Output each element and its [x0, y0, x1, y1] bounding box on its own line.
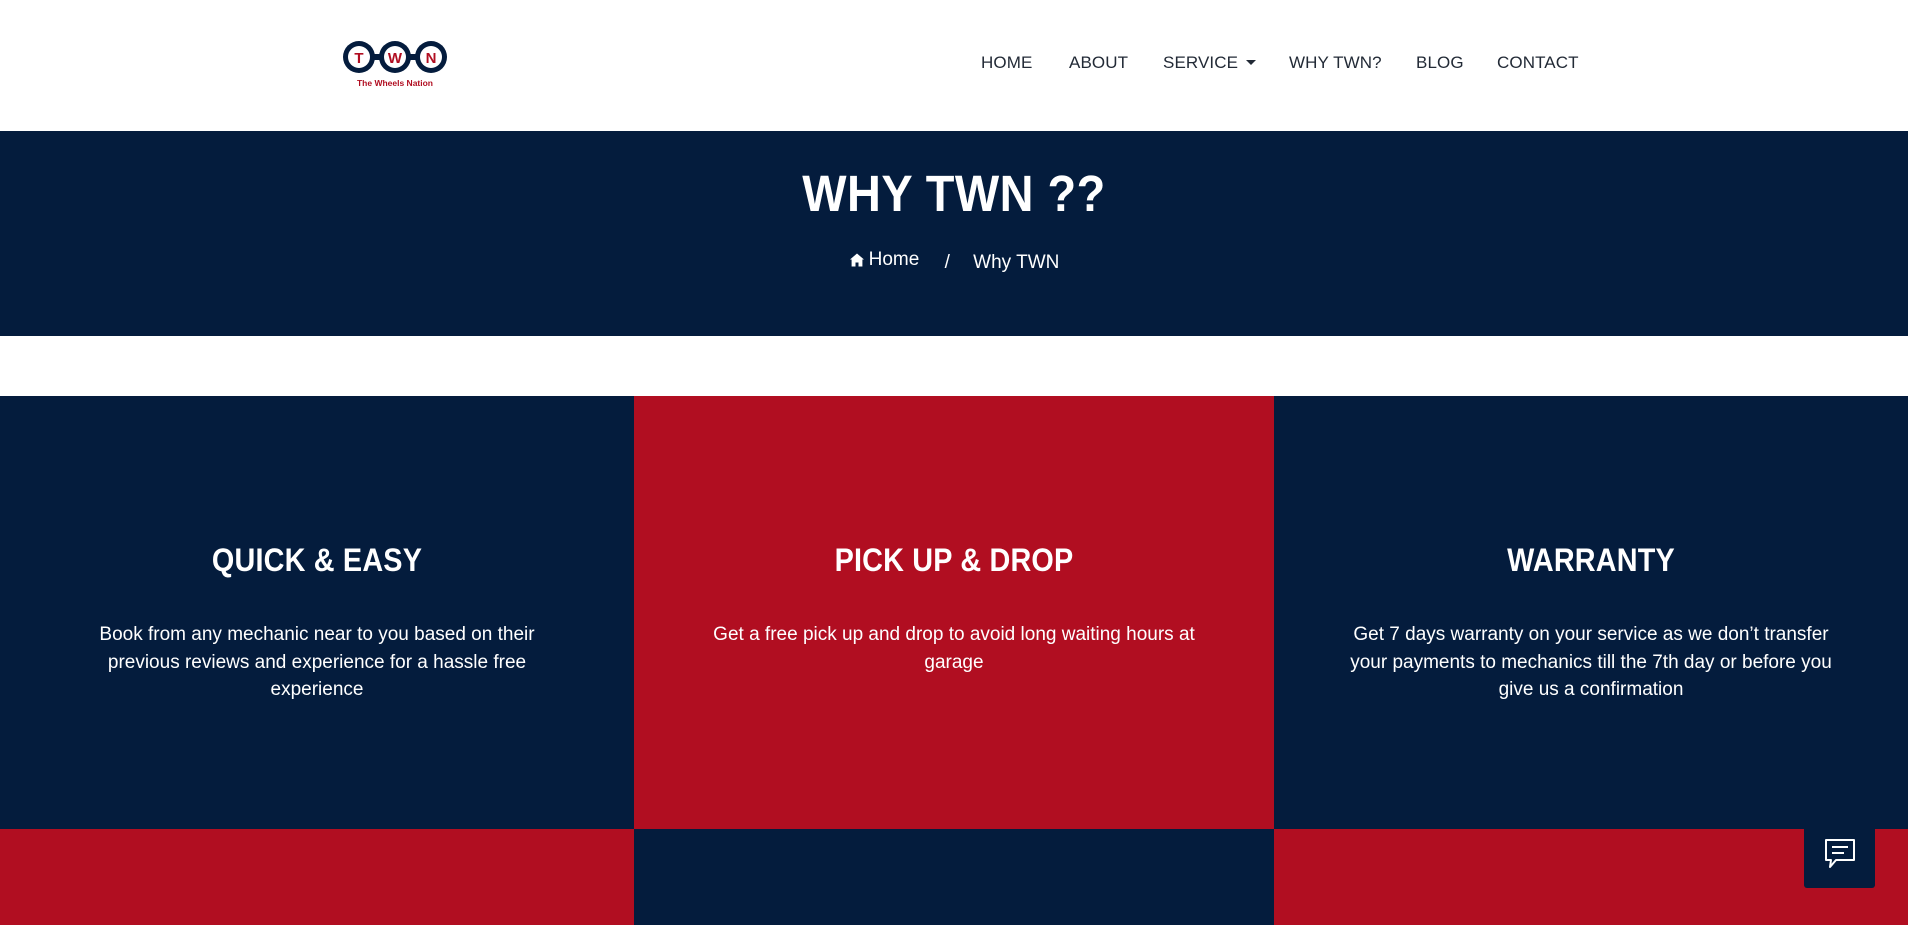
feature-card-row2-middle: [634, 829, 1274, 925]
main-nav: HOME ABOUT SERVICE WHY TWN? BLOG CONTACT: [0, 53, 1908, 73]
feature-title: QUICK & EASY: [211, 542, 423, 578]
chevron-down-icon: [1246, 60, 1257, 65]
site-header: T W N The Wheels Nation HOME ABOUT SERVI…: [0, 0, 1908, 131]
nav-service-label: SERVICE: [1163, 53, 1239, 72]
breadcrumb-current: Why TWN: [973, 252, 1060, 273]
page-title: WHY TWN ??: [802, 165, 1106, 222]
breadcrumb-home-label: Home: [868, 249, 920, 270]
svg-text:The Wheels Nation: The Wheels Nation: [357, 78, 433, 88]
feature-title: WARRANTY: [1507, 542, 1675, 578]
nav-about[interactable]: ABOUT: [1069, 53, 1128, 73]
breadcrumb-separator: /: [944, 252, 950, 273]
breadcrumb-home-link[interactable]: Home: [849, 249, 920, 271]
nav-why-twn[interactable]: WHY TWN?: [1289, 53, 1382, 73]
feature-card-row2-left: [0, 829, 634, 925]
feature-text: Book from any mechanic near to you based…: [99, 624, 535, 700]
feature-card-quick-easy: QUICK & EASY Book from any mechanic near…: [0, 396, 634, 829]
feature-text: Get a free pick up and drop to avoid lon…: [713, 624, 1195, 673]
feature-card-pick-up-drop: PICK UP & DROP Get a free pick up and dr…: [634, 396, 1274, 829]
page-banner: WHY TWN ?? Home / Why TWN: [0, 131, 1908, 336]
feature-card-warranty: WARRANTY Get 7 days warranty on your ser…: [1274, 396, 1908, 829]
chat-bubble-icon: [1825, 839, 1855, 868]
nav-blog[interactable]: BLOG: [1416, 53, 1464, 73]
feature-text: Get 7 days warranty on your service as w…: [1350, 624, 1832, 700]
home-icon: [849, 253, 864, 267]
nav-service[interactable]: SERVICE: [1163, 53, 1257, 73]
nav-home[interactable]: HOME: [981, 53, 1032, 73]
nav-contact[interactable]: CONTACT: [1497, 53, 1579, 73]
feature-title: PICK UP & DROP: [834, 542, 1074, 578]
breadcrumb: Home / Why TWN: [0, 249, 1908, 274]
chat-button[interactable]: [1804, 818, 1875, 888]
features-grid: QUICK & EASY Book from any mechanic near…: [0, 396, 1908, 925]
